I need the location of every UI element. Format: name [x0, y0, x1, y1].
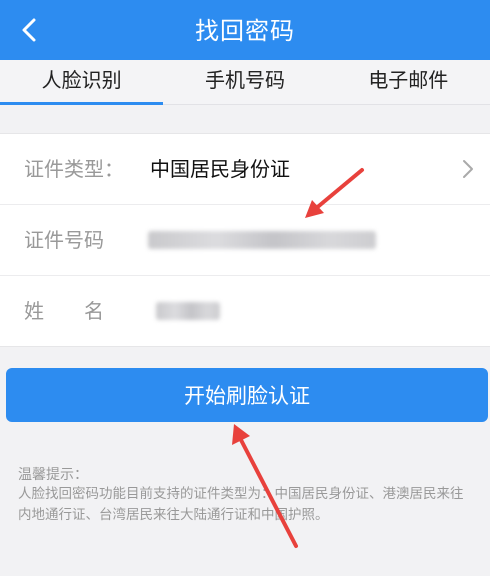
start-face-verification-button[interactable]: 开始刷脸认证: [6, 368, 488, 422]
tip-title: 温馨提示：: [18, 467, 88, 483]
page-title: 找回密码: [195, 17, 295, 45]
chevron-right-icon: [463, 160, 473, 178]
id-type-row[interactable]: 证件类型： 中国居民身份证: [0, 134, 490, 205]
tab-face-recognition[interactable]: 人脸识别: [0, 60, 164, 105]
name-row[interactable]: 姓 名: [0, 276, 490, 346]
id-number-label: 证件号码: [24, 228, 104, 252]
app-header: 找回密码: [0, 0, 490, 60]
id-number-row[interactable]: 证件号码: [0, 205, 490, 276]
tip-text: 人脸找回密码功能目前支持的证件类型为：中国居民身份证、港澳居民来往内地通行证、台…: [18, 486, 464, 523]
identity-form: 证件类型： 中国居民身份证 证件号码 姓 名: [0, 133, 490, 347]
name-field-redacted[interactable]: [156, 302, 220, 320]
id-type-value[interactable]: 中国居民身份证: [150, 134, 290, 204]
id-number-field-redacted[interactable]: [148, 231, 376, 249]
name-label: 姓 名: [24, 299, 104, 323]
tab-phone-number[interactable]: 手机号码: [163, 60, 326, 104]
tab-email[interactable]: 电子邮件: [327, 60, 490, 104]
tab-bar: 人脸识别 手机号码 电子邮件: [0, 60, 490, 105]
id-type-label: 证件类型：: [24, 157, 124, 181]
